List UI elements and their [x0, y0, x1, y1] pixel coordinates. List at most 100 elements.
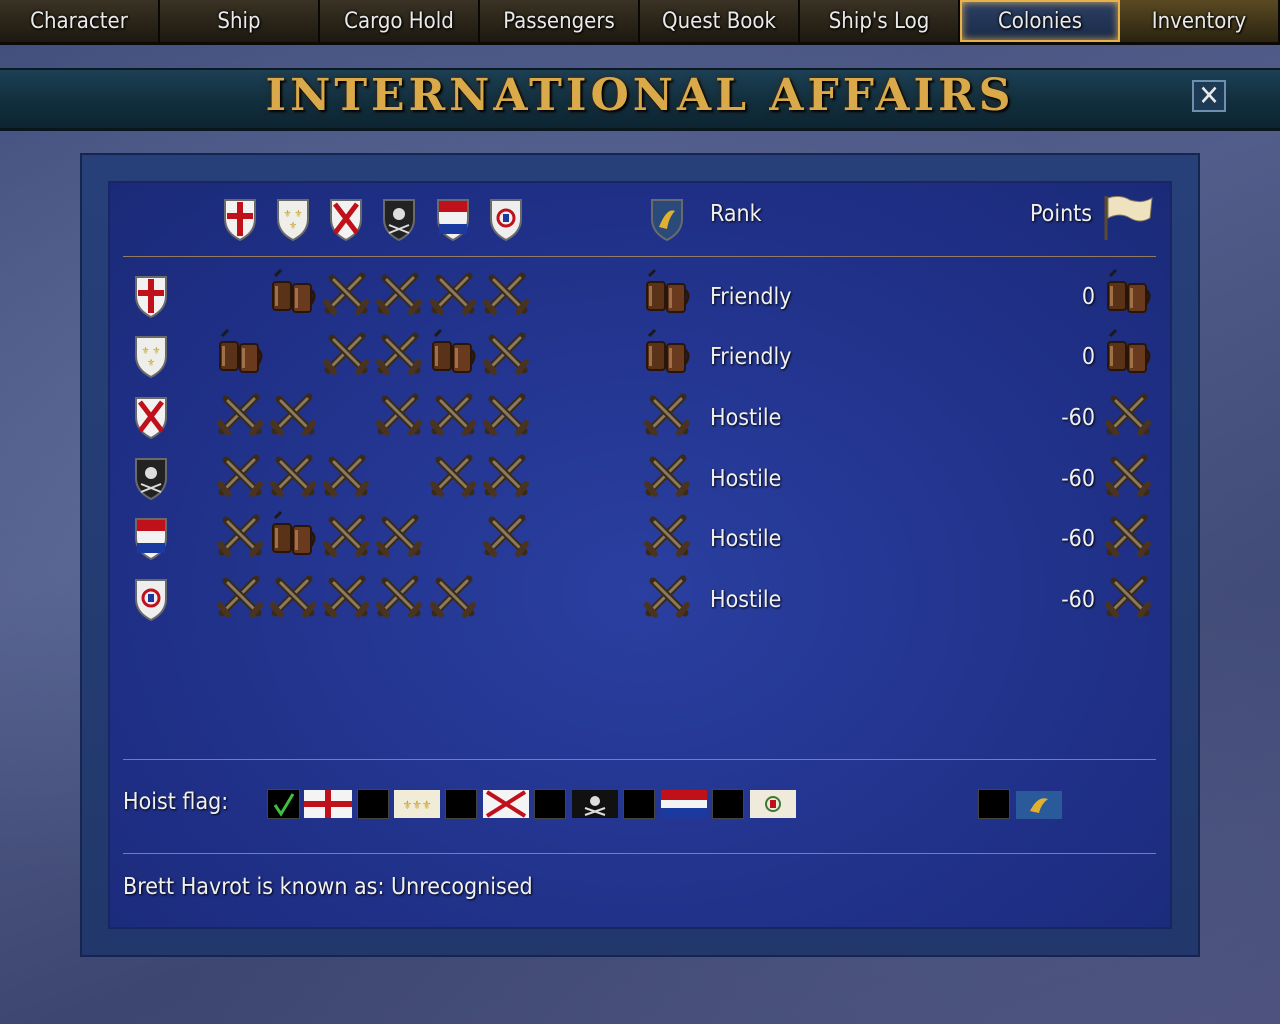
- england-points-value: 0: [1081, 284, 1095, 310]
- spain-status-pistols-icon: [643, 389, 691, 437]
- pirates-points-pistols-icon: [1104, 450, 1152, 498]
- tab-quest-book[interactable]: Quest Book: [640, 0, 800, 42]
- pirates-header-shield-icon: [381, 197, 417, 242]
- england-relation-portugal-pistols-icon: [482, 268, 530, 316]
- england-relation-spain-pistols-icon: [322, 268, 370, 316]
- hoist-france-flag-icon[interactable]: ⚜⚜⚜: [394, 790, 440, 818]
- portugal-points-pistols-icon: [1104, 571, 1152, 619]
- france-relation-holland-tankard-icon: [429, 328, 477, 376]
- hoist-holland-flag-icon[interactable]: [661, 790, 707, 818]
- holland-relation-pirates-pistols-icon: [375, 510, 423, 558]
- pirates-status-pistols-icon: [643, 450, 691, 498]
- spain-relation-holland-pistols-icon: [429, 389, 477, 437]
- england-relation-france-tankard-icon: [269, 268, 317, 316]
- pirates-relation-spain-pistols-icon: [322, 450, 370, 498]
- tab-ship[interactable]: Ship: [160, 0, 320, 42]
- france-relation-spain-pistols-icon: [322, 328, 370, 376]
- holland-status-text: Hostile: [710, 526, 782, 552]
- hoist-flag-label: Hoist flag:: [123, 789, 229, 815]
- pirates-row-shield-icon: [133, 456, 169, 501]
- holland-relation-spain-pistols-icon: [322, 510, 370, 558]
- spain-relation-england-pistols-icon: [216, 389, 264, 437]
- hoist-portugal-flag-icon[interactable]: [750, 790, 796, 818]
- holland-relation-england-pistols-icon: [216, 510, 264, 558]
- spain-status-text: Hostile: [710, 405, 782, 431]
- holland-header-shield-icon: [435, 197, 471, 242]
- france-relation-pirates-pistols-icon: [375, 328, 423, 376]
- spain-relation-france-pistols-icon: [269, 389, 317, 437]
- holland-relation-portugal-pistols-icon: [482, 510, 530, 558]
- england-header-shield-icon: [222, 197, 258, 242]
- france-points-value: 0: [1081, 344, 1095, 370]
- hoist-spain-flag-icon[interactable]: [483, 790, 529, 818]
- england-relation-holland-pistols-icon: [429, 268, 477, 316]
- pirates-points-value: -60: [1061, 466, 1095, 492]
- hoist-none-checkbox[interactable]: [267, 789, 300, 819]
- holland-points-pistols-icon: [1104, 510, 1152, 558]
- tab-colonies[interactable]: Colonies: [960, 0, 1120, 42]
- pirates-relation-england-pistols-icon: [216, 450, 264, 498]
- svg-text:⚜ ⚜: ⚜ ⚜: [142, 346, 161, 357]
- pirates-relation-france-pistols-icon: [269, 450, 317, 498]
- portugal-relation-spain-pistols-icon: [322, 571, 370, 619]
- holland-status-pistols-icon: [643, 510, 691, 558]
- svg-text:⚜ ⚜: ⚜ ⚜: [284, 209, 303, 220]
- svg-text:⚜⚜⚜: ⚜⚜⚜: [402, 798, 431, 812]
- svg-text:⚜: ⚜: [289, 221, 297, 232]
- divider-bottom: [123, 853, 1156, 854]
- pirates-status-text: Hostile: [710, 466, 782, 492]
- hoist-spain-checkbox[interactable]: [534, 789, 566, 819]
- portugal-relation-england-pistols-icon: [216, 571, 264, 619]
- spain-points-value: -60: [1061, 405, 1095, 431]
- holland-relation-france-tankard-icon: [269, 510, 317, 558]
- tab-passengers[interactable]: Passengers: [480, 0, 640, 42]
- tab-cargo-hold[interactable]: Cargo Hold: [320, 0, 480, 42]
- france-header-shield-icon: ⚜ ⚜ ⚜: [275, 197, 311, 242]
- portugal-points-value: -60: [1061, 587, 1095, 613]
- hoist-personal-flag-icon[interactable]: [1016, 791, 1062, 819]
- england-relation-pirates-pistols-icon: [375, 268, 423, 316]
- france-points-tankard-icon: [1104, 328, 1152, 376]
- hoist-england-checkbox[interactable]: [357, 789, 389, 819]
- spain-header-shield-icon: [328, 197, 364, 242]
- portugal-status-text: Hostile: [710, 587, 782, 613]
- svg-text:⚜: ⚜: [147, 358, 155, 369]
- tab-inventory[interactable]: Inventory: [1120, 0, 1280, 42]
- england-points-tankard-icon: [1104, 268, 1152, 316]
- pirates-relation-holland-pistols-icon: [429, 450, 477, 498]
- hoist-pirates-checkbox[interactable]: [623, 789, 655, 819]
- hoist-holland-checkbox[interactable]: [712, 789, 744, 819]
- spain-row-shield-icon: [133, 395, 169, 440]
- england-status-text: Friendly: [710, 284, 792, 310]
- portugal-relation-pirates-pistols-icon: [375, 571, 423, 619]
- hoist-pirates-flag-icon[interactable]: [572, 790, 618, 818]
- pirates-relation-portugal-pistols-icon: [482, 450, 530, 498]
- england-row-shield-icon: [133, 274, 169, 319]
- spain-relation-portugal-pistols-icon: [482, 389, 530, 437]
- france-relation-portugal-pistols-icon: [482, 328, 530, 376]
- hoist-england-flag-icon[interactable]: [304, 790, 352, 818]
- hoist-personal-checkbox[interactable]: [978, 789, 1010, 819]
- portugal-relation-holland-pistols-icon: [429, 571, 477, 619]
- rank-shield-icon: [649, 197, 685, 242]
- france-status-tankard-icon: [643, 328, 691, 376]
- divider-top: [123, 256, 1156, 257]
- hoist-france-checkbox[interactable]: [445, 789, 477, 819]
- portugal-relation-france-pistols-icon: [269, 571, 317, 619]
- tab-character[interactable]: Character: [0, 0, 160, 42]
- points-header: Points: [1030, 201, 1093, 227]
- portugal-row-shield-icon: [133, 577, 169, 622]
- known-as-text: Brett Havrot is known as: Unrecognised: [123, 874, 533, 900]
- spain-points-pistols-icon: [1104, 389, 1152, 437]
- rank-header: Rank: [710, 201, 762, 227]
- points-flag-icon: [1100, 192, 1156, 242]
- france-status-text: Friendly: [710, 344, 792, 370]
- spain-relation-pirates-pistols-icon: [375, 389, 423, 437]
- close-button[interactable]: ✕: [1192, 80, 1226, 112]
- tab-ship-s-log[interactable]: Ship's Log: [800, 0, 960, 42]
- france-row-shield-icon: ⚜ ⚜ ⚜: [133, 334, 169, 379]
- portugal-header-shield-icon: [488, 197, 524, 242]
- holland-points-value: -60: [1061, 526, 1095, 552]
- england-status-tankard-icon: [643, 268, 691, 316]
- portugal-status-pistols-icon: [643, 571, 691, 619]
